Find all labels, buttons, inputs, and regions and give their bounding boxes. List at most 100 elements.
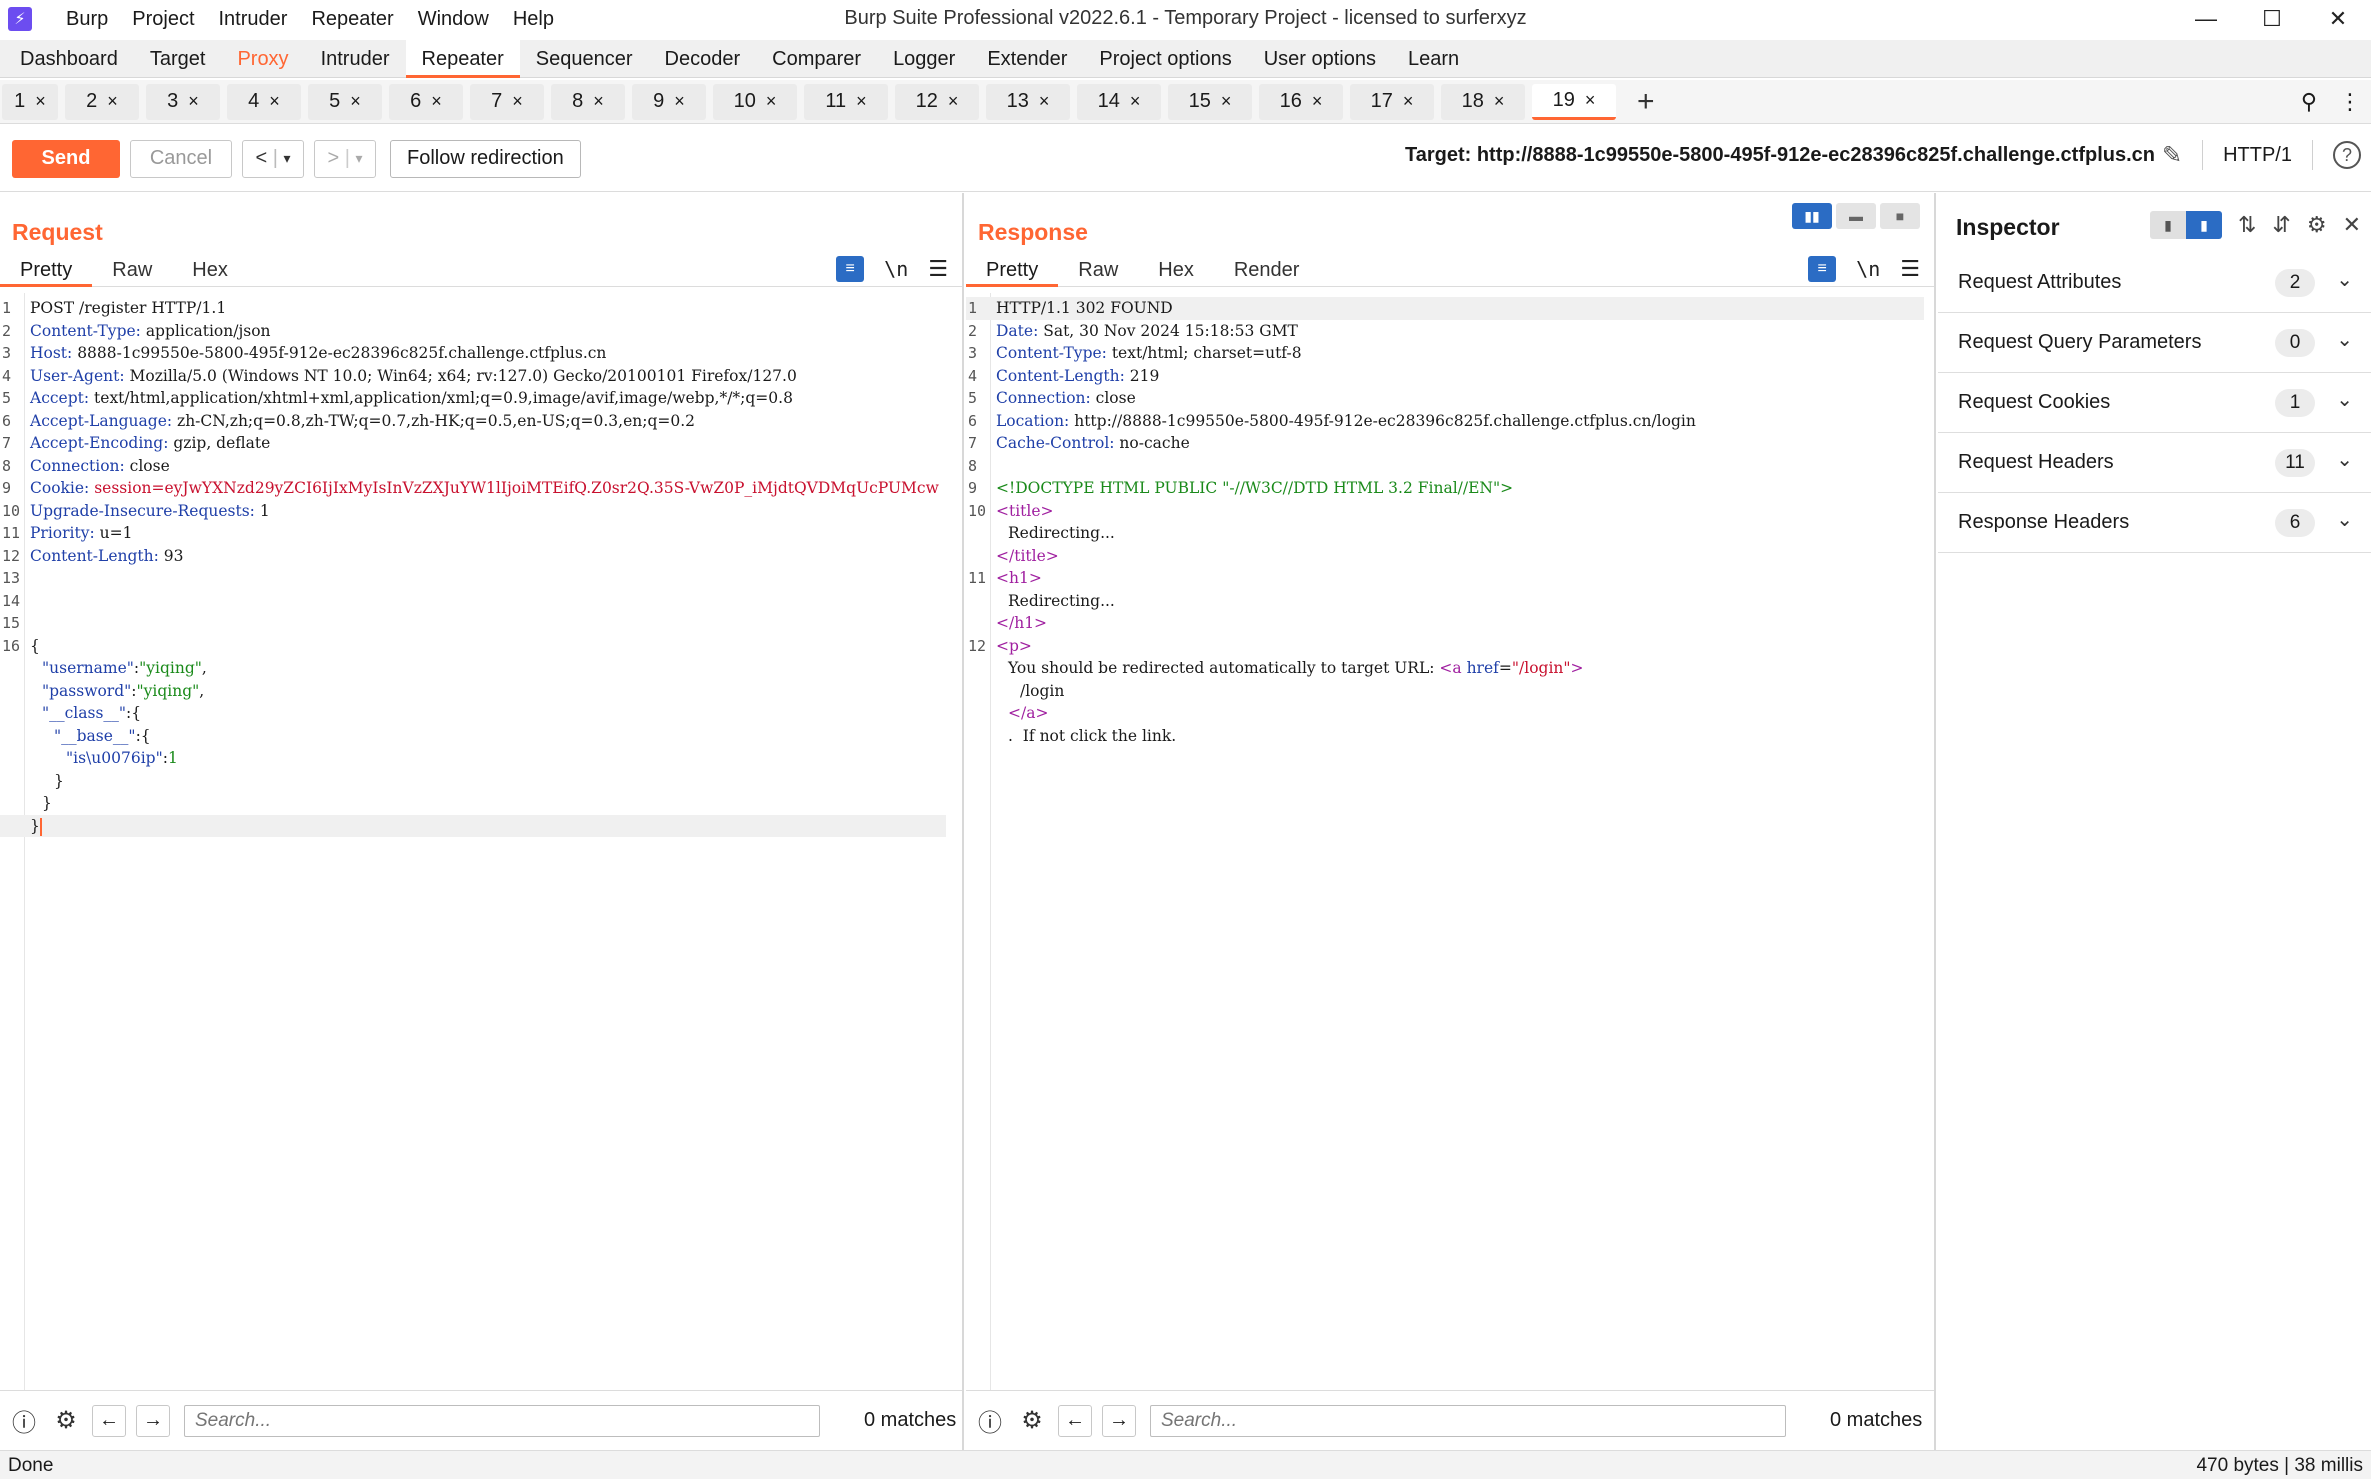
close-icon[interactable]: ✕ — [2343, 212, 2361, 238]
repeater-tab-8[interactable]: 8 × — [551, 83, 625, 120]
previous-match-button[interactable]: ← — [1058, 1404, 1092, 1437]
inspector-expanded-layout-icon[interactable]: ▮ — [2185, 211, 2222, 239]
next-match-button[interactable]: → — [1102, 1404, 1136, 1437]
request-search-input[interactable] — [184, 1404, 820, 1437]
repeater-tab-18[interactable]: 18 × — [1441, 83, 1525, 120]
request-editor[interactable]: 1 POST /register HTTP/1.1 2 Content-Type: a… — [0, 293, 962, 1390]
menu-intruder[interactable]: Intruder — [207, 0, 300, 38]
tab-proxy[interactable]: Proxy — [221, 40, 304, 78]
repeater-tab-1[interactable]: 1 × — [2, 83, 58, 120]
tab-dashboard[interactable]: Dashboard — [4, 40, 134, 78]
close-icon[interactable]: × — [269, 91, 280, 112]
repeater-tab-17[interactable]: 17 × — [1350, 83, 1434, 120]
tab-request-hex[interactable]: Hex — [172, 255, 248, 287]
close-icon[interactable]: × — [1039, 91, 1050, 112]
repeater-tab-4[interactable]: 4 × — [227, 83, 301, 120]
maximize-button[interactable]: ☐ — [2239, 0, 2305, 38]
menu-burp[interactable]: Burp — [54, 0, 120, 38]
top-bottom-layout-icon[interactable]: ▬ — [1836, 203, 1876, 229]
follow-redirection-button[interactable]: Follow redirection — [390, 139, 581, 178]
repeater-tab-3[interactable]: 3 × — [146, 83, 220, 120]
hamburger-menu-icon[interactable]: ☰ — [1900, 256, 1920, 282]
tab-request-pretty[interactable]: Pretty — [0, 255, 93, 287]
tab-logger[interactable]: Logger — [877, 40, 971, 78]
menu-repeater[interactable]: Repeater — [299, 0, 405, 38]
menu-help[interactable]: Help — [501, 0, 566, 38]
menu-window[interactable]: Window — [406, 0, 501, 38]
close-icon[interactable]: × — [350, 91, 361, 112]
close-icon[interactable]: × — [856, 91, 867, 112]
tab-request-raw[interactable]: Raw — [92, 255, 172, 287]
history-back-button[interactable]: < | ▾ — [242, 139, 304, 178]
add-tab-icon[interactable]: + — [1637, 84, 1655, 120]
newline-toggle-icon[interactable]: \n — [1856, 257, 1880, 281]
close-icon[interactable]: × — [766, 91, 777, 112]
hamburger-menu-icon[interactable]: ☰ — [928, 256, 948, 282]
close-icon[interactable]: × — [35, 91, 46, 112]
wrap-lines-icon[interactable]: ≡ — [836, 256, 865, 282]
minimize-button[interactable]: — — [2173, 0, 2239, 38]
repeater-tab-15[interactable]: 15 × — [1168, 83, 1252, 120]
collapse-all-icon[interactable]: ⇵ — [2272, 212, 2290, 238]
menu-project[interactable]: Project — [120, 0, 206, 38]
more-options-icon[interactable]: ⋮ — [2339, 89, 2361, 115]
tab-user-options[interactable]: User options — [1248, 40, 1392, 78]
repeater-tab-13[interactable]: 13 × — [986, 83, 1070, 120]
gear-icon[interactable]: ⚙ — [50, 1405, 82, 1437]
tab-comparer[interactable]: Comparer — [756, 40, 877, 78]
newline-toggle-icon[interactable]: \n — [884, 257, 908, 281]
repeater-tab-7[interactable]: 7 × — [470, 83, 544, 120]
gear-icon[interactable]: ⚙ — [2307, 212, 2327, 238]
help-icon[interactable]: ⓘ — [974, 1405, 1006, 1437]
tab-learn[interactable]: Learn — [1392, 40, 1475, 78]
previous-match-button[interactable]: ← — [92, 1404, 126, 1437]
inspector-collapsed-layout-icon[interactable]: ▮ — [2149, 211, 2186, 239]
repeater-tab-5[interactable]: 5 × — [308, 83, 382, 120]
repeater-tab-14[interactable]: 14 × — [1077, 83, 1161, 120]
repeater-tab-6[interactable]: 6 × — [389, 83, 463, 120]
repeater-tab-12[interactable]: 12 × — [895, 83, 979, 120]
send-button[interactable]: Send — [12, 139, 120, 178]
repeater-tab-16[interactable]: 16 × — [1259, 83, 1343, 120]
side-by-side-layout-icon[interactable]: ▮▮ — [1792, 203, 1832, 229]
repeater-tab-2[interactable]: 2 × — [65, 83, 139, 120]
tab-decoder[interactable]: Decoder — [649, 40, 757, 78]
response-editor[interactable]: 1 HTTP/1.1 302 FOUND 2 Date: Sat, 30 Nov 20… — [966, 293, 1934, 1390]
close-icon[interactable]: × — [431, 91, 442, 112]
repeater-tab-9[interactable]: 9 × — [632, 83, 706, 120]
tab-response-hex[interactable]: Hex — [1138, 255, 1214, 287]
tab-extender[interactable]: Extender — [971, 40, 1083, 78]
tabbed-layout-icon[interactable]: ■ — [1880, 203, 1920, 229]
inspector-section-request-attributes[interactable]: Request Attributes 2 ⌄ — [1938, 253, 2371, 313]
repeater-tab-11[interactable]: 11 × — [804, 83, 888, 120]
close-icon[interactable]: × — [593, 91, 604, 112]
cancel-button[interactable]: Cancel — [130, 139, 232, 178]
tab-response-render[interactable]: Render — [1214, 255, 1320, 287]
tab-repeater[interactable]: Repeater — [405, 40, 520, 78]
close-icon[interactable]: × — [1130, 91, 1141, 112]
inspector-section-request-cookies[interactable]: Request Cookies 1 ⌄ — [1938, 373, 2371, 433]
close-icon[interactable]: × — [512, 91, 523, 112]
wrap-lines-icon[interactable]: ≡ — [1808, 256, 1837, 282]
close-icon[interactable]: × — [188, 91, 199, 112]
close-icon[interactable]: × — [674, 91, 685, 112]
close-icon[interactable]: × — [1221, 91, 1232, 112]
inspector-section-query-parameters[interactable]: Request Query Parameters 0 ⌄ — [1938, 313, 2371, 373]
tab-response-raw[interactable]: Raw — [1058, 255, 1138, 287]
inspector-section-request-headers[interactable]: Request Headers 11 ⌄ — [1938, 433, 2371, 493]
http-version-label[interactable]: HTTP/1 — [2223, 144, 2292, 167]
response-search-input[interactable] — [1150, 1404, 1786, 1437]
next-match-button[interactable]: → — [136, 1404, 170, 1437]
tab-sequencer[interactable]: Sequencer — [520, 40, 649, 78]
repeater-tab-10[interactable]: 10 × — [713, 83, 797, 120]
edit-target-pencil-icon[interactable]: ✎ — [2162, 141, 2182, 170]
expand-all-icon[interactable]: ⇅ — [2238, 212, 2256, 238]
close-icon[interactable]: × — [1312, 91, 1323, 112]
tab-project-options[interactable]: Project options — [1083, 40, 1247, 78]
repeater-tab-19[interactable]: 19 × — [1532, 83, 1616, 120]
help-icon[interactable]: ⓘ — [8, 1405, 40, 1437]
close-icon[interactable]: × — [948, 91, 959, 112]
history-forward-button[interactable]: > | ▾ — [314, 139, 376, 178]
tab-intruder[interactable]: Intruder — [305, 40, 406, 78]
inspector-section-response-headers[interactable]: Response Headers 6 ⌄ — [1938, 493, 2371, 553]
